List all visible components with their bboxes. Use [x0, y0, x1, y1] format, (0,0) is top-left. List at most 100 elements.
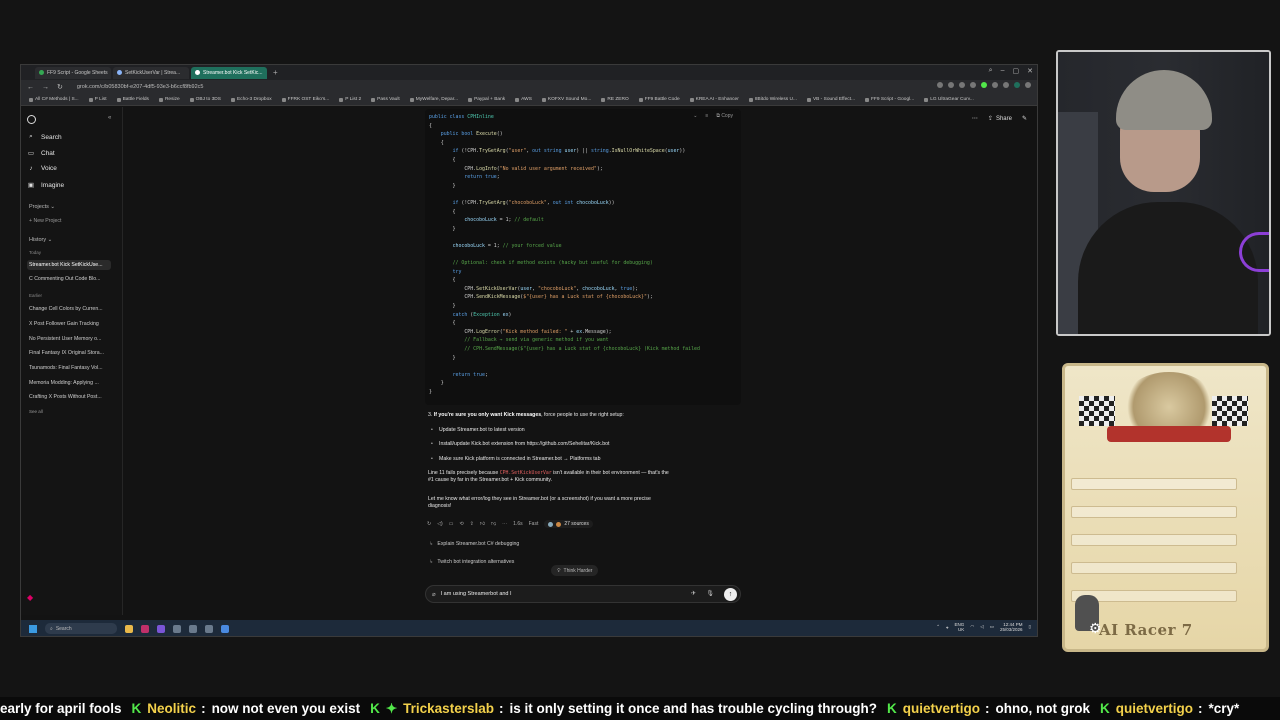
- back-icon[interactable]: ←: [27, 84, 34, 91]
- clock[interactable]: 12:44 PM 25/03/2026: [1000, 622, 1023, 632]
- bookmark-item[interactable]: Battle Fields: [116, 97, 149, 102]
- sidebar-item-imagine[interactable]: ▣ Imagine: [27, 181, 64, 190]
- bookmark-item[interactable]: KREA AI - Enhancer: [689, 97, 739, 102]
- extension-icon[interactable]: [937, 82, 943, 88]
- mic-icon[interactable]: 🎙︎: [706, 590, 714, 597]
- suggestion-item[interactable]: ↳ Explain Streamer.bot C# debugging: [429, 541, 519, 547]
- see-all-link[interactable]: See all: [29, 409, 43, 414]
- thumbs-down-icon[interactable]: 👎︎: [491, 521, 496, 527]
- comment-icon[interactable]: ▭: [449, 521, 454, 527]
- bookmark-item[interactable]: FFRK OST Eiko's...: [281, 97, 329, 102]
- read-aloud-icon[interactable]: ◁): [437, 521, 443, 527]
- history-item[interactable]: C Commenting Out Code Blo...: [29, 276, 113, 282]
- message-composer[interactable]: ⌀ I am using Streamerbot and I ✈ 🎙︎ ↑: [425, 585, 741, 603]
- bookmark-item[interactable]: RE ZERO: [601, 97, 629, 102]
- regenerate-icon[interactable]: ↻: [427, 521, 431, 527]
- bookmark-item[interactable]: Resize: [158, 97, 180, 102]
- maximize-button[interactable]: ▢: [1013, 67, 1020, 75]
- bookmark-item[interactable]: All C# Methods | S...: [29, 97, 79, 102]
- attach-icon[interactable]: ⌀: [432, 591, 436, 598]
- menu-icon[interactable]: [1025, 82, 1031, 88]
- more-icon[interactable]: ⋯: [502, 521, 507, 527]
- sidebar-item-chat[interactable]: ▭ Chat: [27, 149, 55, 158]
- bookmark-item[interactable]: FF9 Script - Googl...: [865, 97, 914, 102]
- sidebar-item-search[interactable]: ⌕ Search: [27, 133, 61, 141]
- file-explorer-icon[interactable]: [125, 624, 133, 633]
- message-input[interactable]: I am using Streamerbot and I: [441, 591, 512, 597]
- tray-chevron-icon[interactable]: ⌃: [936, 624, 940, 630]
- steam-icon[interactable]: [173, 624, 181, 633]
- bookmark-item[interactable]: OBJ to 3DS: [189, 97, 221, 102]
- app-icon[interactable]: [205, 624, 213, 633]
- bookmark-item[interactable]: Pass Vault: [371, 97, 400, 102]
- bookmark-item[interactable]: MyWelfare, Depar...: [409, 97, 458, 102]
- tab-setkickuservar[interactable]: SetKickUserVar | Strea...: [113, 66, 189, 79]
- history-item[interactable]: Change Cell Colors by Curren...: [29, 306, 113, 312]
- history-item[interactable]: No Persistent User Memory o...: [29, 336, 113, 342]
- extension-icon[interactable]: [959, 82, 965, 88]
- extension-icon[interactable]: [1003, 82, 1009, 88]
- send-button[interactable]: ↑: [724, 588, 737, 601]
- deep-search-icon[interactable]: ✈: [691, 590, 696, 597]
- branch-icon[interactable]: ⟲: [459, 521, 463, 527]
- new-chat-icon[interactable]: ✎: [1022, 115, 1027, 122]
- extension-icon[interactable]: [1014, 82, 1020, 88]
- reload-icon[interactable]: ↻: [57, 83, 63, 91]
- battery-icon[interactable]: ▭: [990, 624, 994, 630]
- projects-label[interactable]: Projects ⌄: [29, 204, 55, 210]
- think-harder-button[interactable]: 💡︎ Think Harder: [551, 565, 599, 576]
- new-project-button[interactable]: + New Project: [29, 218, 113, 224]
- history-item[interactable]: Crafting X Posts Without Post...: [29, 394, 113, 400]
- search-tabs-icon[interactable]: ⌕: [989, 67, 993, 75]
- collapse-sidebar-icon[interactable]: «: [108, 115, 111, 121]
- copy-code-button[interactable]: ⧉ Copy: [716, 113, 733, 119]
- bookmark-item[interactable]: AWS: [515, 97, 532, 102]
- close-window-button[interactable]: ✕: [1027, 67, 1033, 75]
- chrome-icon[interactable]: [221, 624, 229, 633]
- new-tab-button[interactable]: +: [273, 68, 278, 77]
- forward-icon[interactable]: →: [42, 84, 49, 91]
- bookmark-item[interactable]: P List 2: [339, 97, 361, 102]
- grok-logo-icon[interactable]: [27, 115, 36, 124]
- bookmark-item[interactable]: LG UltraGear Curv...: [924, 97, 974, 102]
- bookmark-item[interactable]: P List: [88, 97, 107, 102]
- wifi-icon[interactable]: ◠: [970, 624, 974, 630]
- language-indicator[interactable]: ENG UK: [955, 622, 965, 632]
- url-field[interactable]: grok.com/c/b05830bf-e207-4df5-93e3-b6ccf…: [77, 84, 204, 90]
- notification-icon[interactable]: ▯: [1029, 624, 1031, 630]
- tab-streamerbot-kick[interactable]: Streamer.bot Kick SetKic...: [191, 66, 267, 79]
- share-response-icon[interactable]: ⇪: [470, 521, 474, 527]
- tab-ff9-script[interactable]: FF9 Script - Google Sheets: [35, 66, 111, 79]
- history-item[interactable]: X Post Follower Gain Tracking: [29, 321, 113, 327]
- app-icon[interactable]: [141, 624, 149, 633]
- bookmark-item[interactable]: FF9 Battle Code: [638, 97, 680, 102]
- extension-icon[interactable]: [992, 82, 998, 88]
- windows-start-icon[interactable]: [29, 624, 37, 633]
- history-label[interactable]: History ⌄: [29, 237, 52, 243]
- bookmark-item[interactable]: Echo-3 Dropbox: [230, 97, 272, 102]
- bookmark-item[interactable]: 8Bitdo Wireless U...: [748, 97, 797, 102]
- app-icon[interactable]: [157, 624, 165, 633]
- gem-icon[interactable]: ◆: [27, 593, 35, 602]
- share-button[interactable]: ⇪ Share: [988, 115, 1012, 123]
- sources-button[interactable]: 27 sources: [544, 520, 593, 528]
- history-item[interactable]: Final Fantasy IX Original Stora...: [29, 350, 113, 356]
- extension-icon[interactable]: [970, 82, 976, 88]
- bookmark-item[interactable]: VB - Sound Effect...: [806, 97, 855, 102]
- volume-icon[interactable]: ◁: [980, 624, 983, 630]
- history-item[interactable]: Memoria Modding: Applying ...: [29, 380, 113, 386]
- sidebar-item-voice[interactable]: ♪ Voice: [27, 165, 57, 172]
- suggestion-item[interactable]: ↳ Twitch bot integration alternatives: [429, 559, 514, 565]
- history-item[interactable]: Tsunamods: Final Fantasy Vol...: [29, 365, 113, 371]
- thumbs-up-icon[interactable]: 👍︎: [480, 521, 485, 527]
- taskbar-search[interactable]: ⌕ Search: [45, 623, 117, 634]
- more-options-icon[interactable]: ⋯: [972, 115, 978, 122]
- bookmark-item[interactable]: KOFXV Sound Mo...: [541, 97, 591, 102]
- obs-icon[interactable]: [189, 624, 197, 633]
- history-item[interactable]: Streamer.bot Kick SetKickUse...: [27, 260, 111, 270]
- minimize-button[interactable]: –: [1001, 67, 1005, 75]
- extension-icon[interactable]: [981, 82, 987, 88]
- bookmark-item[interactable]: Paypal + Bank: [468, 97, 505, 102]
- location-icon[interactable]: ⌖: [946, 625, 949, 630]
- wrap-code-icon[interactable]: ≡: [705, 113, 708, 119]
